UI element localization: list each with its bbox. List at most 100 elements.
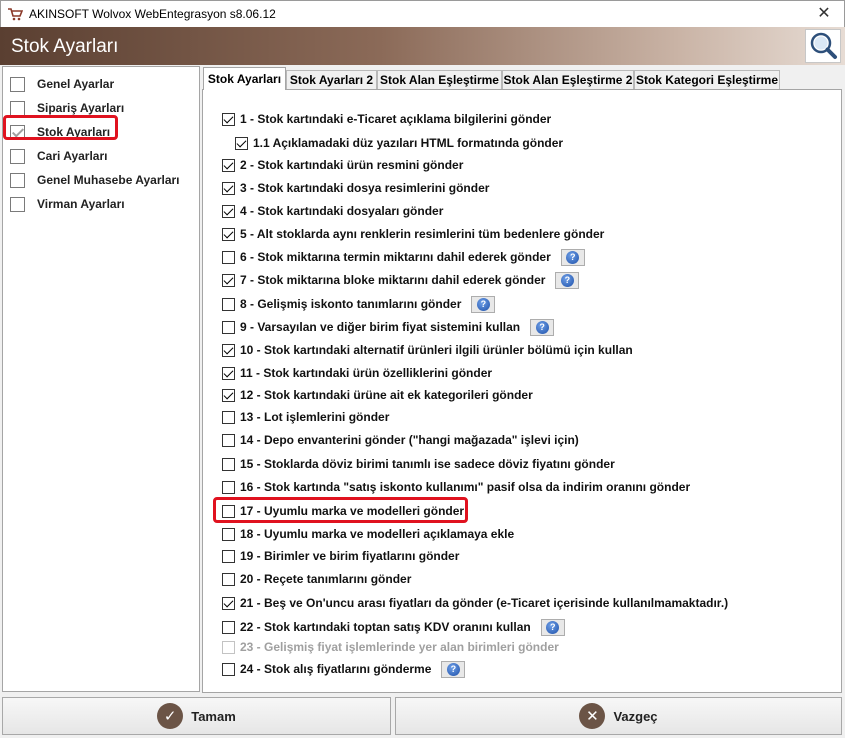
ok-button[interactable]: ✓ Tamam (2, 697, 391, 735)
tab[interactable]: Stok Ayarları (203, 67, 286, 90)
nav-checkbox[interactable] (10, 124, 25, 140)
option-row[interactable]: 24 - Stok alış fiyatlarını gönderme? (222, 660, 466, 678)
option-row[interactable]: 19 - Birimler ve birim fiyatlarını gönde… (222, 547, 459, 565)
option-row[interactable]: 17 - Uyumlu marka ve modelleri gönder (222, 502, 464, 520)
option-label: 14 - Depo envanterini gönder ("hangi mağ… (240, 433, 579, 447)
option-checkbox[interactable] (222, 572, 235, 586)
option-checkbox[interactable] (222, 297, 235, 311)
nav-item-label: Virman Ayarları (37, 197, 125, 211)
option-label: 4 - Stok kartındaki dosyaları gönder (240, 204, 444, 218)
help-icon: ? (560, 273, 574, 287)
option-checkbox[interactable] (222, 388, 235, 402)
help-button[interactable]: ? (530, 318, 555, 336)
option-checkbox[interactable] (222, 410, 235, 424)
option-row[interactable]: 21 - Beş ve On'uncu arası fiyatları da g… (222, 594, 728, 612)
help-button[interactable]: ? (560, 248, 585, 266)
option-label: 3 - Stok kartındaki dosya resimlerini gö… (240, 181, 490, 195)
option-checkbox[interactable] (222, 250, 235, 264)
option-row[interactable]: 13 - Lot işlemlerini gönder (222, 408, 389, 426)
option-row[interactable]: 20 - Reçete tanımlarını gönder (222, 570, 411, 588)
option-checkbox[interactable] (222, 343, 235, 357)
option-checkbox[interactable] (222, 158, 235, 172)
option-row[interactable]: 9 - Varsayılan ve diğer birim fiyat sist… (222, 318, 555, 336)
search-button[interactable] (805, 29, 841, 63)
option-checkbox[interactable] (222, 620, 235, 634)
option-checkbox[interactable] (222, 433, 235, 447)
option-row[interactable]: 22 - Stok kartındaki toptan satış KDV or… (222, 618, 565, 636)
option-checkbox[interactable] (222, 549, 235, 563)
option-row[interactable]: 15 - Stoklarda döviz birimi tanımlı ise … (222, 455, 615, 473)
option-checkbox[interactable] (222, 457, 235, 471)
nav-item[interactable]: Virman Ayarları (10, 194, 125, 214)
option-checkbox[interactable] (222, 320, 235, 334)
tab[interactable]: Stok Ayarları 2 (286, 70, 377, 90)
option-row[interactable]: 4 - Stok kartındaki dosyaları gönder (222, 202, 443, 220)
option-label: 18 - Uyumlu marka ve modelleri açıklamay… (240, 527, 515, 541)
nav-checkbox[interactable] (10, 148, 25, 164)
nav-checkbox[interactable] (10, 100, 25, 116)
nav-item-label: Sipariş Ayarları (37, 101, 125, 115)
help-icon: ? (546, 620, 560, 634)
option-checkbox[interactable] (222, 204, 235, 218)
option-label: 5 - Alt stoklarda aynı renklerin resimle… (240, 227, 605, 241)
option-row[interactable]: 5 - Alt stoklarda aynı renklerin resimle… (222, 225, 604, 243)
option-row[interactable]: 2 - Stok kartındaki ürün resmini gönder (222, 156, 463, 174)
help-button[interactable]: ? (555, 271, 580, 289)
search-icon (810, 32, 837, 59)
option-row[interactable]: 3 - Stok kartındaki dosya resimlerini gö… (222, 179, 489, 197)
option-row[interactable]: 11 - Stok kartındaki ürün özelliklerini … (222, 364, 492, 382)
nav-item[interactable]: Cari Ayarları (10, 146, 107, 166)
nav-item-label: Cari Ayarları (37, 149, 108, 163)
option-checkbox[interactable] (222, 366, 235, 380)
option-row[interactable]: 10 - Stok kartındaki alternatif ürünleri… (222, 341, 633, 359)
nav-checkbox[interactable] (10, 76, 25, 92)
checkmark-icon: ✓ (157, 703, 184, 729)
help-button[interactable]: ? (471, 295, 496, 313)
help-icon: ? (446, 662, 460, 676)
tab[interactable]: Stok Alan Eşleştirme (377, 70, 502, 90)
nav-checkbox[interactable] (10, 196, 25, 212)
help-button[interactable]: ? (441, 660, 466, 678)
help-button[interactable]: ? (540, 618, 565, 636)
option-row[interactable]: 12 - Stok kartındaki ürüne ait ek katego… (222, 386, 533, 404)
option-row[interactable]: 1.1 Açıklamadaki düz yazıları HTML forma… (235, 134, 563, 152)
option-label: 20 - Reçete tanımlarını gönder (240, 572, 412, 586)
option-row[interactable]: 16 - Stok kartında "satış iskonto kullan… (222, 478, 690, 496)
cancel-button[interactable]: ✕ Vazgeç (395, 697, 842, 735)
option-label: 2 - Stok kartındaki ürün resmini gönder (240, 158, 464, 172)
option-row[interactable]: 14 - Depo envanterini gönder ("hangi mağ… (222, 431, 579, 449)
option-checkbox[interactable] (222, 273, 235, 287)
nav-item[interactable]: Sipariş Ayarları (10, 98, 124, 118)
option-row[interactable]: 7 - Stok miktarına bloke miktarını dahil… (222, 271, 580, 289)
app-cart-icon (8, 8, 23, 21)
option-row[interactable]: 18 - Uyumlu marka ve modelleri açıklamay… (222, 525, 514, 543)
option-row[interactable]: 8 - Gelişmiş iskonto tanımlarını gönder? (222, 295, 496, 313)
option-checkbox[interactable] (222, 112, 235, 126)
option-label: 17 - Uyumlu marka ve modelleri gönder (240, 504, 465, 518)
window-titlebar: AKINSOFT Wolvox WebEntegrasyon s8.06.12 … (0, 0, 845, 27)
option-checkbox[interactable] (222, 504, 235, 518)
nav-item-label: Genel Ayarlar (37, 77, 115, 91)
option-label: 11 - Stok kartındaki ürün özelliklerini … (240, 366, 493, 380)
close-icon[interactable]: ✕ (814, 4, 834, 24)
nav-item-label: Stok Ayarları (37, 125, 111, 139)
option-label: 13 - Lot işlemlerini gönder (240, 410, 390, 424)
option-label: 22 - Stok kartındaki toptan satış KDV or… (240, 620, 531, 634)
option-checkbox[interactable] (222, 596, 235, 610)
option-checkbox[interactable] (222, 181, 235, 195)
nav-checkbox[interactable] (10, 172, 25, 188)
nav-item[interactable]: Stok Ayarları (10, 122, 110, 142)
option-label: 24 - Stok alış fiyatlarını gönderme (240, 662, 432, 676)
nav-item[interactable]: Genel Muhasebe Ayarları (10, 170, 180, 190)
option-checkbox[interactable] (235, 136, 248, 150)
option-checkbox[interactable] (222, 227, 235, 241)
option-row[interactable]: 1 - Stok kartındaki e-Ticaret açıklama b… (222, 110, 551, 128)
tab[interactable]: Stok Kategori Eşleştirme (634, 70, 780, 90)
tab[interactable]: Stok Alan Eşleştirme 2 (502, 70, 634, 90)
option-row[interactable]: 6 - Stok miktarına termin miktarını dahi… (222, 248, 585, 266)
option-checkbox[interactable] (222, 480, 235, 494)
option-checkbox[interactable] (222, 662, 235, 676)
option-label: 15 - Stoklarda döviz birimi tanımlı ise … (240, 457, 615, 471)
option-checkbox[interactable] (222, 527, 235, 541)
nav-item[interactable]: Genel Ayarlar (10, 74, 114, 94)
